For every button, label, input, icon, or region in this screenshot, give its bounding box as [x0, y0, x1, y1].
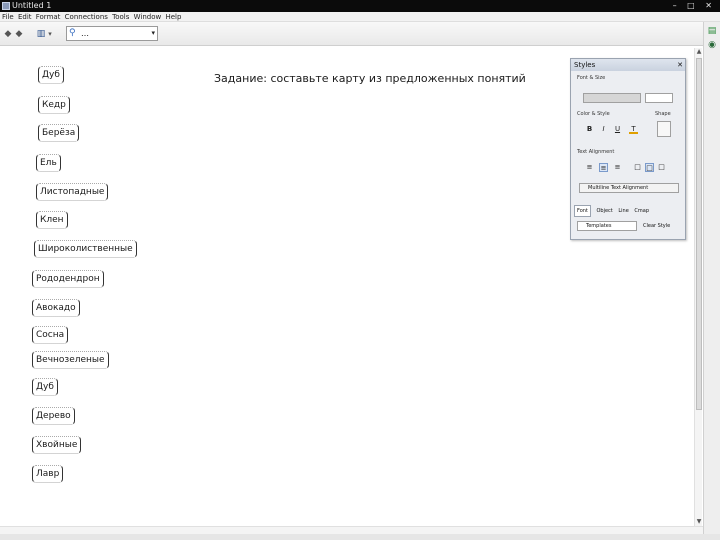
concept-node[interactable]: Вечнозеленые [32, 351, 109, 369]
text-alignment-label: Text Alignment [577, 149, 615, 155]
concept-node[interactable]: Рододендрон [32, 270, 104, 288]
shape-preview[interactable] [657, 121, 671, 137]
menu-tools[interactable]: Tools [112, 12, 129, 22]
concept-node[interactable]: Ель [36, 154, 61, 172]
styles-panel-title[interactable]: Styles [571, 59, 685, 71]
scroll-down-icon[interactable]: ▼ [695, 518, 703, 526]
menu-help[interactable]: Help [165, 12, 181, 22]
window-title: Untitled 1 [12, 1, 52, 10]
multiline-alignment-row[interactable]: Multiline Text Alignment [579, 183, 679, 193]
concept-node[interactable]: Лавр [32, 465, 64, 483]
zoom-value: … [81, 29, 89, 38]
vertical-scrollbar[interactable]: ▲ ▼ [694, 48, 702, 526]
zoom-select[interactable]: ⚲ … ▾ [66, 26, 158, 41]
forward-icon[interactable]: ◆ [15, 28, 23, 40]
bold-button[interactable]: B [585, 125, 594, 134]
chevron-down-icon: ▾ [151, 29, 155, 37]
font-size-select[interactable] [645, 93, 673, 103]
concept-node[interactable]: Клен [36, 211, 68, 229]
concept-node[interactable]: Дерево [32, 407, 75, 425]
underline-button[interactable]: U [613, 125, 622, 134]
concept-node[interactable]: Берёза [38, 124, 80, 142]
concept-node[interactable]: Сосна [32, 326, 69, 344]
clear-style-button[interactable]: Clear Style [643, 222, 670, 230]
concept-node[interactable]: Авокадо [32, 299, 80, 317]
align-center-button[interactable]: ≡ [599, 163, 608, 172]
horizontal-scrollbar[interactable] [0, 526, 703, 534]
tab-line[interactable]: Line [618, 206, 628, 216]
italic-button[interactable]: I [599, 125, 608, 134]
task-heading[interactable]: Задание: составьте карту из предложенных… [214, 72, 526, 85]
menu-bar: File Edit Format Connections Tools Windo… [0, 12, 720, 22]
position-button-2[interactable]: □ [645, 163, 654, 172]
styles-panel[interactable]: Styles ✕ Font & Size Color & Style Shape… [570, 58, 686, 240]
styles-tabs: Font Object Line Cmap [574, 205, 684, 217]
close-icon[interactable]: ✕ [677, 59, 683, 71]
menu-format[interactable]: Format [36, 12, 61, 22]
right-side-panel: ▤ ◉ [703, 22, 720, 540]
align-left-button[interactable]: ≡ [585, 163, 594, 172]
toolbar: ◆ ◆ ▥ ▾ ⚲ … ▾ [0, 22, 720, 46]
workspace-icon[interactable]: ▤ [707, 26, 717, 36]
back-icon[interactable]: ◆ [4, 28, 12, 40]
font-size-label: Font & Size [577, 75, 606, 81]
status-bar [0, 534, 720, 540]
concept-node[interactable]: Хвойные [32, 436, 82, 454]
page-icon[interactable]: ▥ [36, 28, 46, 40]
concept-node[interactable]: Дуб [38, 66, 64, 84]
scroll-thumb[interactable] [696, 58, 702, 410]
concept-node[interactable]: Широколиственные [34, 240, 137, 258]
tab-cmap[interactable]: Cmap [634, 206, 649, 216]
concept-node[interactable]: Листопадные [36, 183, 109, 201]
menu-connections[interactable]: Connections [65, 12, 108, 22]
font-family-select[interactable] [583, 93, 641, 103]
position-button-1[interactable]: □ [633, 163, 642, 172]
globe-icon[interactable]: ◉ [707, 40, 717, 50]
templates-select[interactable]: Templates [577, 221, 637, 231]
menu-file[interactable]: File [2, 12, 14, 22]
tab-object[interactable]: Object [596, 206, 612, 216]
title-bar: Untitled 1 – □ ✕ [0, 0, 720, 12]
window-controls[interactable]: – □ ✕ [673, 0, 716, 12]
scroll-up-icon[interactable]: ▲ [695, 48, 703, 56]
concept-node[interactable]: Дуб [32, 378, 58, 396]
menu-edit[interactable]: Edit [18, 12, 32, 22]
shape-label: Shape [655, 111, 671, 117]
zoom-icon: ⚲ [69, 28, 76, 38]
page-dropdown-icon[interactable]: ▾ [47, 28, 53, 40]
position-button-3[interactable]: □ [657, 163, 666, 172]
app-icon [2, 2, 10, 10]
menu-window[interactable]: Window [134, 12, 162, 22]
align-right-button[interactable]: ≡ [613, 163, 622, 172]
font-color-button[interactable]: T [629, 125, 638, 134]
concept-node[interactable]: Кедр [38, 96, 70, 114]
tab-font[interactable]: Font [574, 205, 591, 217]
